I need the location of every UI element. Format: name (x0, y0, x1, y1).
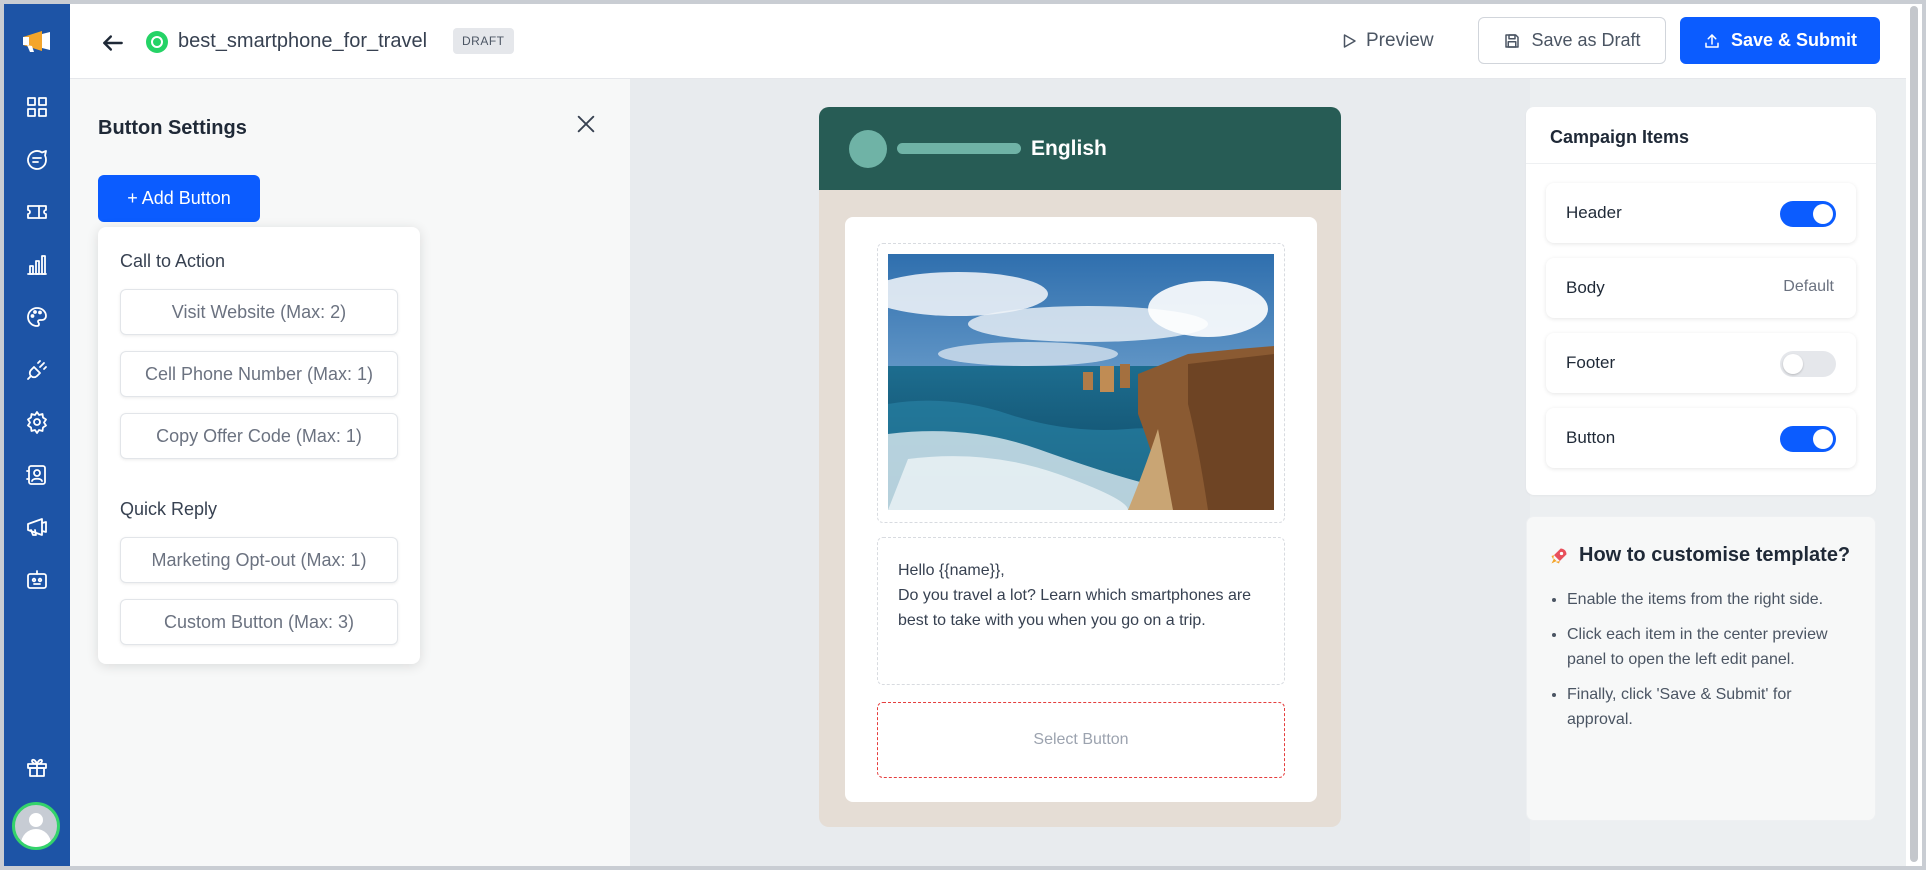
footer-toggle[interactable] (1780, 351, 1836, 377)
back-arrow-icon[interactable] (100, 30, 126, 56)
settings-icon[interactable] (22, 407, 52, 437)
floppy-disk-icon (1505, 33, 1520, 48)
campaign-item-button[interactable]: Button (1546, 408, 1856, 468)
item-label: Footer (1566, 353, 1616, 372)
message-bubble: Hello {{name}}, Do you travel a lot? Lea… (845, 217, 1317, 802)
item-label: Button (1566, 428, 1616, 447)
campaign-items-title: Campaign Items (1550, 127, 1690, 147)
logo-megaphone-icon[interactable] (20, 26, 54, 56)
help-title-text: How to customise template? (1579, 544, 1851, 566)
body-value: Default (1783, 278, 1834, 295)
add-button-dropdown: Call to Action Visit Website (Max: 2) Ce… (98, 227, 420, 664)
call-to-action-heading: Call to Action (120, 251, 226, 271)
save-draft-button[interactable]: Save as Draft (1478, 17, 1666, 64)
status-badge: DRAFT (453, 28, 514, 54)
campaign-item-footer[interactable]: Footer (1546, 333, 1856, 393)
body-message: Do you travel a lot? Learn which smartph… (898, 587, 1252, 629)
help-step: Finally, click 'Save & Submit' for appro… (1567, 682, 1857, 732)
contact-avatar-placeholder (849, 130, 887, 168)
divider (1526, 163, 1876, 164)
help-step: Click each item in the center preview pa… (1567, 622, 1857, 672)
item-label: Body (1566, 278, 1605, 297)
visit-website-option[interactable]: Visit Website (Max: 2) (120, 289, 398, 335)
select-button-placeholder[interactable]: Select Button (877, 702, 1285, 778)
palette-icon[interactable] (22, 302, 52, 332)
campaign-items-card: Campaign Items Header Body Default Foote… (1526, 107, 1876, 495)
cell-phone-number-option[interactable]: Cell Phone Number (Max: 1) (120, 351, 398, 397)
help-steps: Enable the items from the right side. Cl… (1567, 587, 1857, 742)
add-button-button[interactable]: + Add Button (98, 175, 260, 222)
save-submit-label: Save & Submit (1730, 30, 1858, 50)
scrollbar[interactable] (1906, 4, 1922, 866)
close-icon[interactable] (575, 113, 597, 135)
item-label: Header (1566, 203, 1622, 222)
save-draft-label: Save as Draft (1531, 30, 1641, 50)
whatsapp-icon (146, 31, 168, 53)
template-name: best_smartphone_for_travel (178, 30, 428, 52)
contacts-icon[interactable] (22, 460, 52, 490)
campaign-item-body[interactable]: Body Default (1546, 258, 1856, 318)
copy-offer-code-option[interactable]: Copy Offer Code (Max: 1) (120, 413, 398, 459)
preview-panel: English Hello {{name}}, Do you travel a … (630, 79, 1530, 866)
help-step: Enable the items from the right side. (1567, 587, 1857, 612)
ticket-icon[interactable] (22, 197, 52, 227)
custom-button-option[interactable]: Custom Button (Max: 3) (120, 599, 398, 645)
language-label: English (1031, 137, 1107, 160)
analytics-icon[interactable] (22, 250, 52, 280)
whatsapp-preview: English Hello {{name}}, Do you travel a … (819, 107, 1341, 827)
sidebar (4, 4, 70, 866)
chat-icon[interactable] (22, 145, 52, 175)
gift-icon[interactable] (22, 752, 52, 782)
header-image (888, 254, 1274, 510)
marketing-opt-out-option[interactable]: Marketing Opt-out (Max: 1) (120, 537, 398, 583)
upload-icon (1705, 33, 1719, 48)
header-media-section[interactable] (877, 243, 1285, 523)
app-window: best_smartphone_for_travel DRAFT Preview… (0, 0, 1926, 870)
bot-icon[interactable] (22, 565, 52, 595)
contact-name-placeholder (897, 143, 1021, 154)
button-settings-panel: Button Settings + Add Button Call to Act… (70, 79, 630, 866)
preview-button[interactable]: Preview (1340, 30, 1434, 52)
campaign-icon[interactable] (22, 512, 52, 542)
help-card: How to customise template? Enable the it… (1526, 516, 1876, 821)
save-submit-button[interactable]: Save & Submit (1680, 17, 1880, 64)
play-icon (1343, 34, 1356, 48)
body-greeting: Hello {{name}}, (898, 562, 1005, 579)
quick-reply-heading: Quick Reply (120, 499, 218, 519)
campaign-item-header[interactable]: Header (1546, 183, 1856, 243)
top-bar: best_smartphone_for_travel DRAFT Preview… (70, 4, 1922, 79)
chat-header: English (819, 107, 1341, 190)
help-title: How to customise template? (1549, 544, 1850, 567)
button-toggle[interactable] (1780, 426, 1836, 452)
avatar[interactable] (12, 802, 60, 850)
dashboard-icon[interactable] (22, 92, 52, 122)
rocket-icon (1551, 548, 1567, 563)
header-toggle[interactable] (1780, 201, 1836, 227)
preview-label: Preview (1366, 30, 1434, 51)
panel-title: Button Settings (98, 117, 247, 139)
body-text-section[interactable]: Hello {{name}}, Do you travel a lot? Lea… (877, 537, 1285, 685)
plugin-icon[interactable] (22, 355, 52, 385)
